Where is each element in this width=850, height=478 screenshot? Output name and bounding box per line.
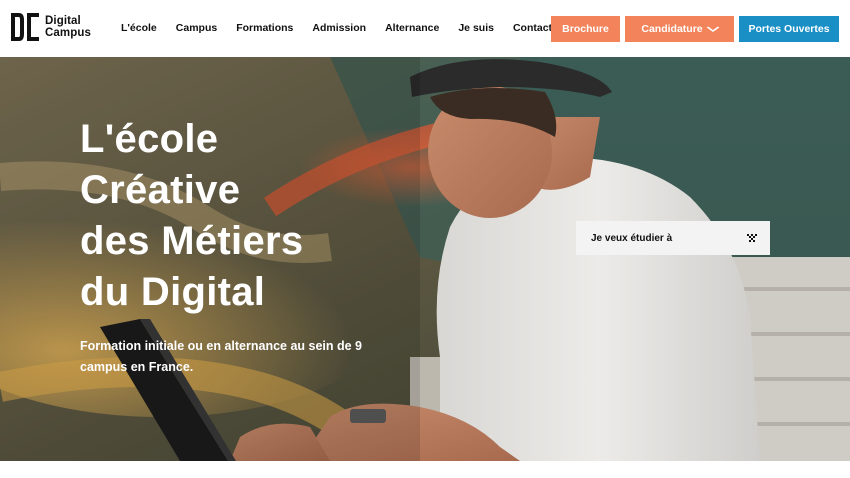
hero-title-line-1: L'école	[80, 117, 219, 161]
nav-item-campus[interactable]: Campus	[176, 22, 217, 34]
logo-line-2: Campus	[45, 27, 91, 39]
candidature-button-label: Candidature	[641, 23, 703, 35]
logo-text: Digital Campus	[45, 15, 91, 39]
nav-item-lecole[interactable]: L'école	[121, 22, 157, 34]
site-header: Digital Campus L'école Campus Formations…	[0, 0, 850, 57]
campus-select-label: Je veux étudier à	[591, 232, 673, 244]
pixel-arrow-icon	[747, 234, 757, 242]
main-nav: L'école Campus Formations Admission Alte…	[121, 22, 571, 34]
portes-ouvertes-button-label: Portes Ouvertes	[748, 23, 830, 35]
nav-item-je-suis[interactable]: Je suis	[458, 22, 494, 34]
hero-section: L'école Créative des Métiers du Digital …	[0, 57, 850, 461]
page-body-start	[0, 461, 850, 478]
candidature-button[interactable]: Candidature	[625, 16, 734, 42]
logo-line-1: Digital	[45, 15, 81, 27]
portes-ouvertes-button[interactable]: Portes Ouvertes	[739, 16, 839, 42]
nav-item-alternance[interactable]: Alternance	[385, 22, 439, 34]
brochure-button-label: Brochure	[562, 23, 609, 35]
nav-item-admission[interactable]: Admission	[312, 22, 366, 34]
campus-select[interactable]: Je veux étudier à	[576, 221, 770, 255]
chevron-down-icon	[706, 26, 719, 32]
dc-monogram-icon	[11, 13, 39, 41]
hero-title-line-3: des Métiers	[80, 219, 304, 263]
nav-item-formations[interactable]: Formations	[236, 22, 293, 34]
brochure-button[interactable]: Brochure	[551, 16, 620, 42]
logo[interactable]: Digital Campus	[10, 12, 91, 42]
hero-subtitle: Formation initiale ou en alternance au s…	[80, 339, 363, 374]
hero-title: L'école Créative des Métiers du Digital	[80, 114, 303, 318]
nav-item-contact[interactable]: Contact	[513, 22, 552, 34]
hero-title-line-2: Créative	[80, 168, 241, 212]
hero-title-line-4: du Digital	[80, 270, 266, 314]
